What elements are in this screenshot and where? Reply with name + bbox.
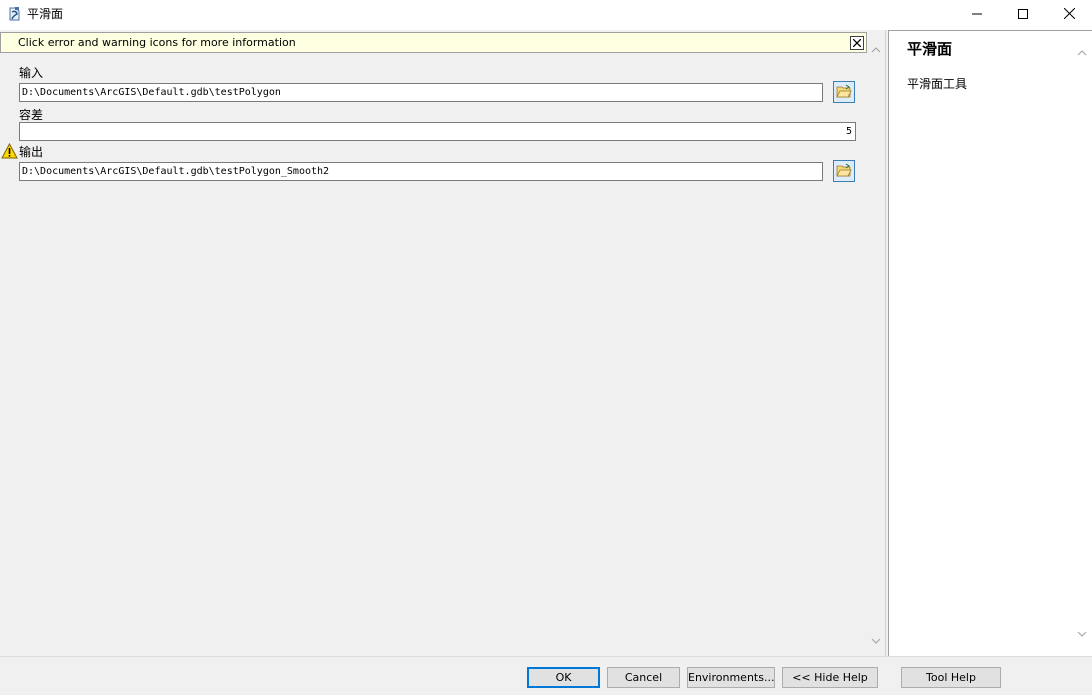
scroll-down-button[interactable] <box>1073 624 1090 641</box>
input-field[interactable]: D:\Documents\ArcGIS\Default.gdb\testPoly… <box>19 83 823 102</box>
open-folder-icon <box>836 163 852 180</box>
help-pane: 平滑面 平滑面工具 <box>888 30 1092 656</box>
tool-help-button[interactable]: Tool Help <box>901 667 1001 688</box>
ok-button[interactable]: OK <box>527 667 600 688</box>
close-icon <box>852 36 862 50</box>
input-browse-button[interactable] <box>833 81 855 103</box>
help-title: 平滑面 <box>907 40 953 58</box>
maximize-icon <box>1018 8 1028 22</box>
chevron-down-icon <box>1077 626 1087 640</box>
chevron-down-icon <box>871 633 881 647</box>
info-bar: Click error and warning icons for more i… <box>0 32 867 53</box>
help-description: 平滑面工具 <box>907 77 968 91</box>
parameters-scrollbar[interactable] <box>867 40 884 648</box>
environments-button[interactable]: Environments... <box>687 667 775 688</box>
arctoolbox-tool-icon <box>6 6 22 22</box>
parameters-pane: Click error and warning icons for more i… <box>0 30 886 656</box>
warning-icon[interactable] <box>1 142 18 159</box>
chevron-up-icon <box>1077 45 1087 59</box>
output-browse-button[interactable] <box>833 160 855 182</box>
close-icon <box>1063 7 1075 22</box>
scroll-up-button[interactable] <box>1073 43 1090 60</box>
window-title: 平滑面 <box>27 7 64 21</box>
tolerance-field[interactable]: 5 <box>19 122 856 141</box>
tolerance-label: 容差 <box>19 108 44 122</box>
input-label: 输入 <box>19 66 44 80</box>
chevron-up-icon <box>871 42 881 56</box>
hide-help-button[interactable]: << Hide Help <box>782 667 878 688</box>
minimize-icon <box>972 8 982 22</box>
open-folder-icon <box>836 84 852 101</box>
scroll-down-button[interactable] <box>867 631 884 648</box>
close-button[interactable] <box>1046 0 1092 30</box>
maximize-button[interactable] <box>1000 0 1046 30</box>
output-field[interactable]: D:\Documents\ArcGIS\Default.gdb\testPoly… <box>19 162 823 181</box>
cancel-button[interactable]: Cancel <box>607 667 680 688</box>
help-scrollbar[interactable] <box>1073 43 1090 641</box>
output-label: 输出 <box>19 145 44 159</box>
info-message: Click error and warning icons for more i… <box>18 36 296 49</box>
title-bar: 平滑面 <box>0 0 1092 30</box>
minimize-button[interactable] <box>954 0 1000 30</box>
scroll-up-button[interactable] <box>867 40 884 57</box>
info-bar-close-button[interactable] <box>850 36 864 50</box>
button-bar: OK Cancel Environments... << Hide Help T… <box>0 656 1092 695</box>
